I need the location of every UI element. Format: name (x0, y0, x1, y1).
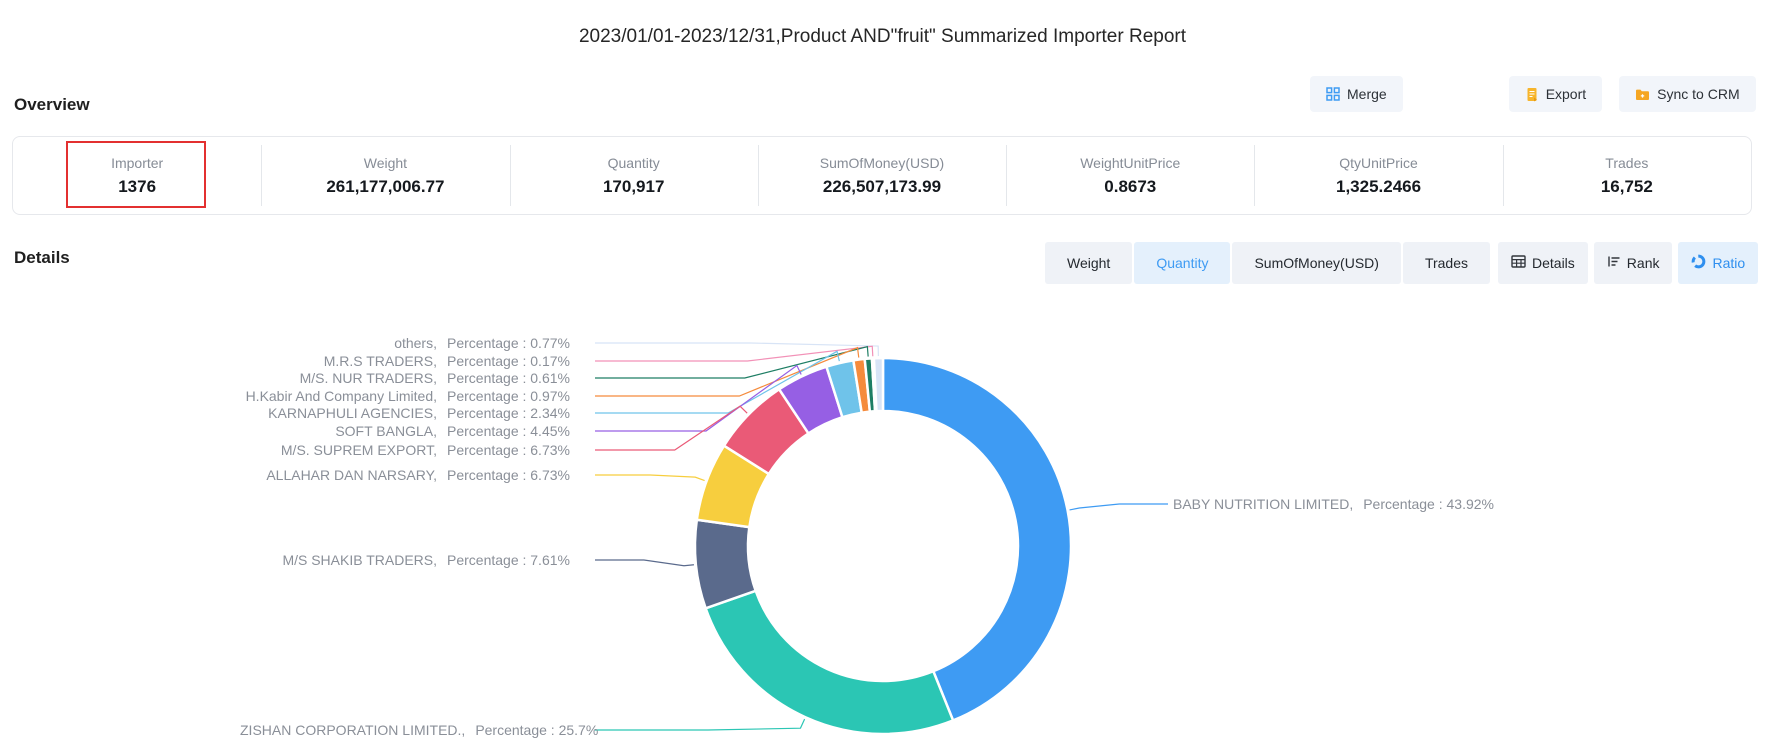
view-tab-bar: Details Rank Ratio (1498, 242, 1758, 284)
chart-label: BABY NUTRITION LIMITED, Percentage : 43.… (1173, 494, 1494, 514)
tab-sum-of-money[interactable]: SumOfMoney(USD) (1232, 242, 1400, 284)
chart-label-name: M/S. SUPREM EXPORT, (240, 440, 437, 460)
stat-value: 0.8673 (1104, 177, 1156, 197)
chart-label-name: SOFT BANGLA, (240, 421, 437, 441)
stat-trades: Trades 16,752 (1503, 137, 1751, 214)
sync-to-crm-button[interactable]: Sync to CRM (1619, 76, 1755, 112)
page-title: 2023/01/01-2023/12/31,Product AND"fruit"… (0, 26, 1765, 48)
action-buttons: Merge Export Sync to CRM (1310, 76, 1756, 112)
stat-value: 1376 (118, 177, 156, 197)
chart-label-percentage: Percentage : 2.34% (447, 403, 590, 423)
merge-button[interactable]: Merge (1310, 76, 1403, 112)
donut-slice[interactable] (695, 520, 756, 609)
chart-label-name: others, (240, 333, 437, 353)
sync-folder-icon (1635, 88, 1650, 101)
table-icon (1511, 255, 1526, 271)
tab-rank-view[interactable]: Rank (1594, 242, 1673, 284)
overview-stats-card: Importer 1376 Weight 261,177,006.77 Quan… (12, 136, 1752, 215)
chart-label: M/S. SUPREM EXPORT, Percentage : 6.73% (240, 440, 590, 460)
stat-label: WeightUnitPrice (1080, 155, 1180, 171)
tab-ratio-label: Ratio (1712, 255, 1745, 271)
stat-label: Weight (364, 155, 407, 171)
merge-button-label: Merge (1347, 86, 1387, 102)
chart-label-percentage: Percentage : 6.73% (447, 465, 590, 485)
chart-label-percentage: Percentage : 43.92% (1363, 494, 1494, 514)
stat-sum-of-money: SumOfMoney(USD) 226,507,173.99 (758, 137, 1006, 214)
chart-label-name: BABY NUTRITION LIMITED, (1173, 494, 1353, 514)
chart-label: KARNAPHULI AGENCIES, Percentage : 2.34% (240, 403, 590, 423)
importer-report-page: 2023/01/01-2023/12/31,Product AND"fruit"… (0, 0, 1765, 741)
overview-heading: Overview (14, 95, 90, 115)
tab-details-label: Details (1532, 255, 1575, 271)
donut-slice[interactable] (883, 358, 1071, 720)
stat-label: Quantity (608, 155, 660, 171)
donut-slice[interactable] (706, 591, 953, 734)
tab-quantity[interactable]: Quantity (1134, 242, 1230, 284)
label-leader-line (1070, 504, 1168, 510)
donut-slice[interactable] (874, 358, 883, 411)
tab-trades[interactable]: Trades (1403, 242, 1490, 284)
label-leader-line (595, 560, 694, 566)
stat-qty-unit-price: QtyUnitPrice 1,325.2466 (1254, 137, 1502, 214)
chart-label-name: KARNAPHULI AGENCIES, (240, 403, 437, 423)
chart-label-name: M/S SHAKIB TRADERS, (240, 550, 437, 570)
chart-label-percentage: Percentage : 7.61% (447, 550, 590, 570)
merge-icon (1326, 87, 1340, 101)
stat-importer: Importer 1376 (13, 137, 261, 214)
stat-label: QtyUnitPrice (1339, 155, 1418, 171)
tab-details-view[interactable]: Details (1498, 242, 1588, 284)
stat-value: 16,752 (1601, 177, 1653, 197)
label-leader-line (595, 719, 805, 730)
stat-value: 226,507,173.99 (823, 177, 941, 197)
chart-label-name: ZISHAN CORPORATION LIMITED., (240, 720, 465, 740)
stat-value: 170,917 (603, 177, 664, 197)
stat-label: SumOfMoney(USD) (820, 155, 944, 171)
rank-chart-icon (1607, 255, 1621, 271)
chart-label-percentage: Percentage : 0.77% (447, 333, 590, 353)
chart-label: SOFT BANGLA, Percentage : 4.45% (240, 421, 590, 441)
chart-label-percentage: Percentage : 0.61% (447, 368, 590, 388)
donut-chart-icon (1691, 254, 1706, 272)
stat-weight-unit-price: WeightUnitPrice 0.8673 (1006, 137, 1254, 214)
details-heading: Details (14, 248, 70, 268)
tab-ratio-view[interactable]: Ratio (1678, 242, 1758, 284)
metric-tab-bar: Weight Quantity SumOfMoney(USD) Trades (1045, 242, 1490, 284)
chart-label: M/S SHAKIB TRADERS, Percentage : 7.61% (240, 550, 590, 570)
chart-label: M/S. NUR TRADERS, Percentage : 0.61% (240, 368, 590, 388)
chart-label-percentage: Percentage : 6.73% (447, 440, 590, 460)
stat-value: 261,177,006.77 (326, 177, 444, 197)
export-button-label: Export (1546, 86, 1586, 102)
chart-label-percentage: Percentage : 25.7% (475, 720, 598, 740)
stat-label: Trades (1605, 155, 1648, 171)
chart-label-percentage: Percentage : 4.45% (447, 421, 590, 441)
ratio-donut-chart: others, Percentage : 0.77% M.R.S TRADERS… (0, 286, 1765, 741)
tab-weight[interactable]: Weight (1045, 242, 1132, 284)
stat-label: Importer (111, 155, 163, 171)
chart-label-name: ALLAHAR DAN NARSARY, (240, 465, 437, 485)
export-button[interactable]: Export (1509, 76, 1602, 112)
stat-weight: Weight 261,177,006.77 (261, 137, 509, 214)
tab-rank-label: Rank (1627, 255, 1660, 271)
label-leader-line (595, 475, 705, 481)
stat-value: 1,325.2466 (1336, 177, 1421, 197)
chart-label: others, Percentage : 0.77% (240, 333, 590, 353)
export-file-icon (1525, 87, 1539, 102)
chart-label-name: M/S. NUR TRADERS, (240, 368, 437, 388)
chart-label: ALLAHAR DAN NARSARY, Percentage : 6.73% (240, 465, 590, 485)
stat-quantity: Quantity 170,917 (510, 137, 758, 214)
chart-label: ZISHAN CORPORATION LIMITED., Percentage … (240, 720, 590, 740)
sync-button-label: Sync to CRM (1657, 86, 1739, 102)
